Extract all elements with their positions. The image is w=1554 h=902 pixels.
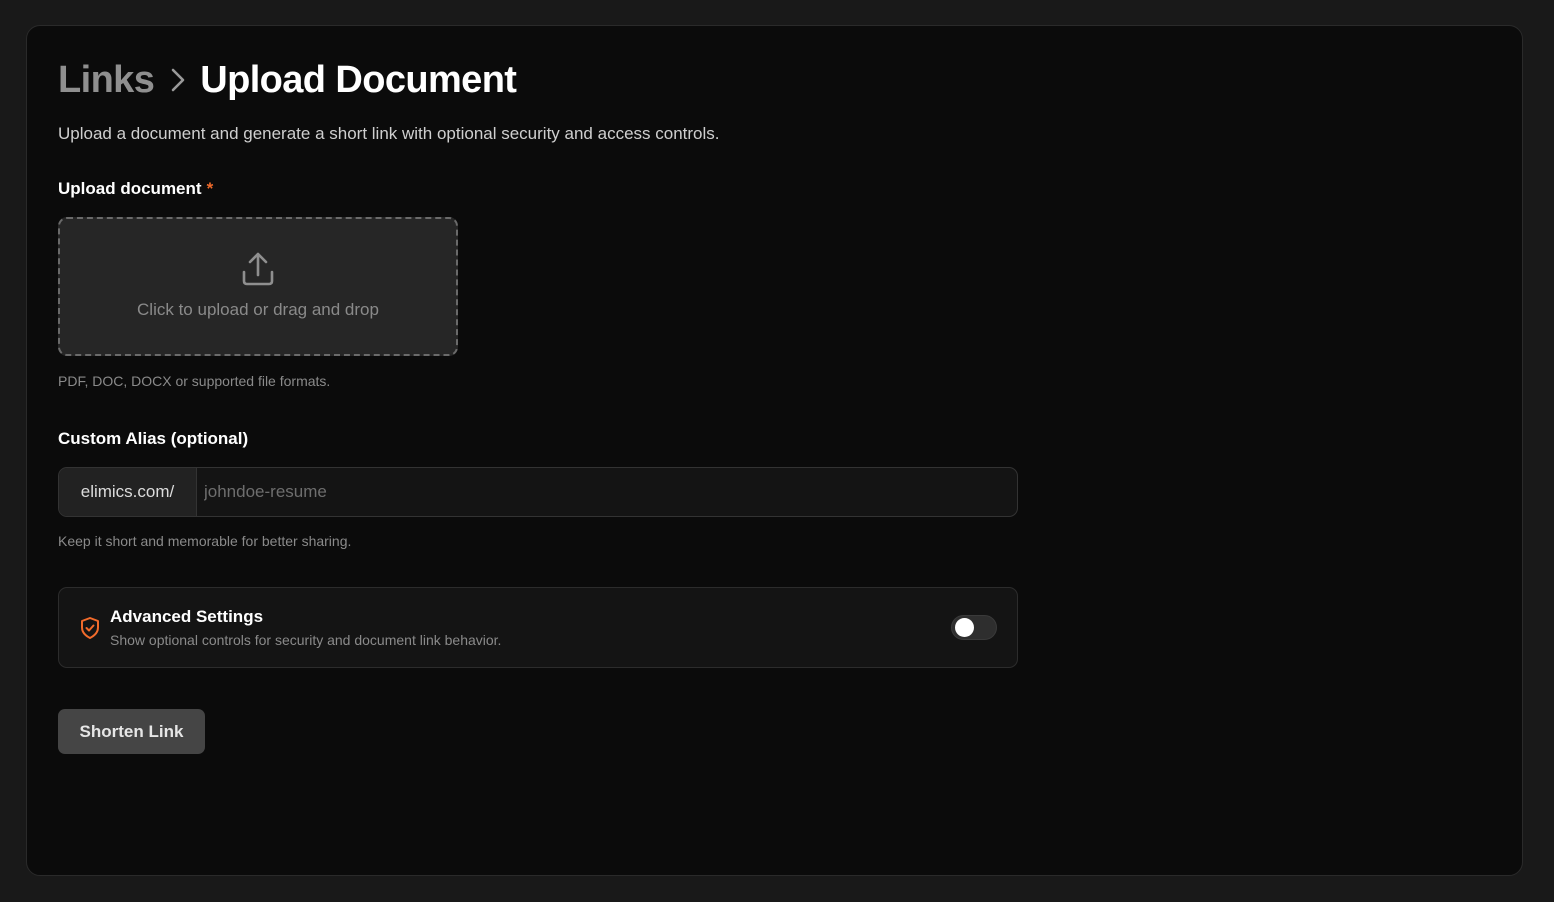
file-dropzone[interactable]: Click to upload or drag and drop	[58, 217, 458, 356]
advanced-settings-description: Show optional controls for security and …	[110, 632, 502, 648]
upload-document-label: Upload document *	[58, 179, 213, 199]
breadcrumb: Links Upload Document	[58, 54, 517, 106]
advanced-settings-toggle[interactable]	[951, 615, 997, 640]
shield-check-icon	[81, 617, 99, 639]
chevron-right-icon	[171, 68, 185, 92]
page-subtitle: Upload a document and generate a short l…	[58, 124, 720, 143]
custom-alias-input[interactable]	[197, 468, 1017, 516]
upload-hint: PDF, DOC, DOCX or supported file formats…	[58, 373, 331, 389]
page-title: Upload Document	[200, 58, 517, 101]
alias-hint: Keep it short and memorable for better s…	[58, 533, 352, 549]
shorten-link-button[interactable]: Shorten Link	[58, 709, 205, 754]
breadcrumb-links[interactable]: Links	[58, 59, 155, 102]
upload-document-card: Links Upload Document Upload a document …	[26, 25, 1523, 876]
custom-alias-label: Custom Alias (optional)	[58, 429, 249, 448]
advanced-settings-title: Advanced Settings	[110, 607, 264, 626]
upload-icon	[242, 252, 274, 286]
advanced-settings-panel: Advanced Settings Show optional controls…	[58, 587, 1018, 668]
required-marker: *	[206, 179, 214, 198]
custom-alias-field: elimics.com/	[58, 467, 1018, 517]
toggle-knob	[955, 618, 974, 637]
alias-prefix: elimics.com/	[59, 468, 197, 516]
upload-document-label-text: Upload document	[58, 179, 202, 198]
dropzone-text: Click to upload or drag and drop	[137, 300, 379, 319]
